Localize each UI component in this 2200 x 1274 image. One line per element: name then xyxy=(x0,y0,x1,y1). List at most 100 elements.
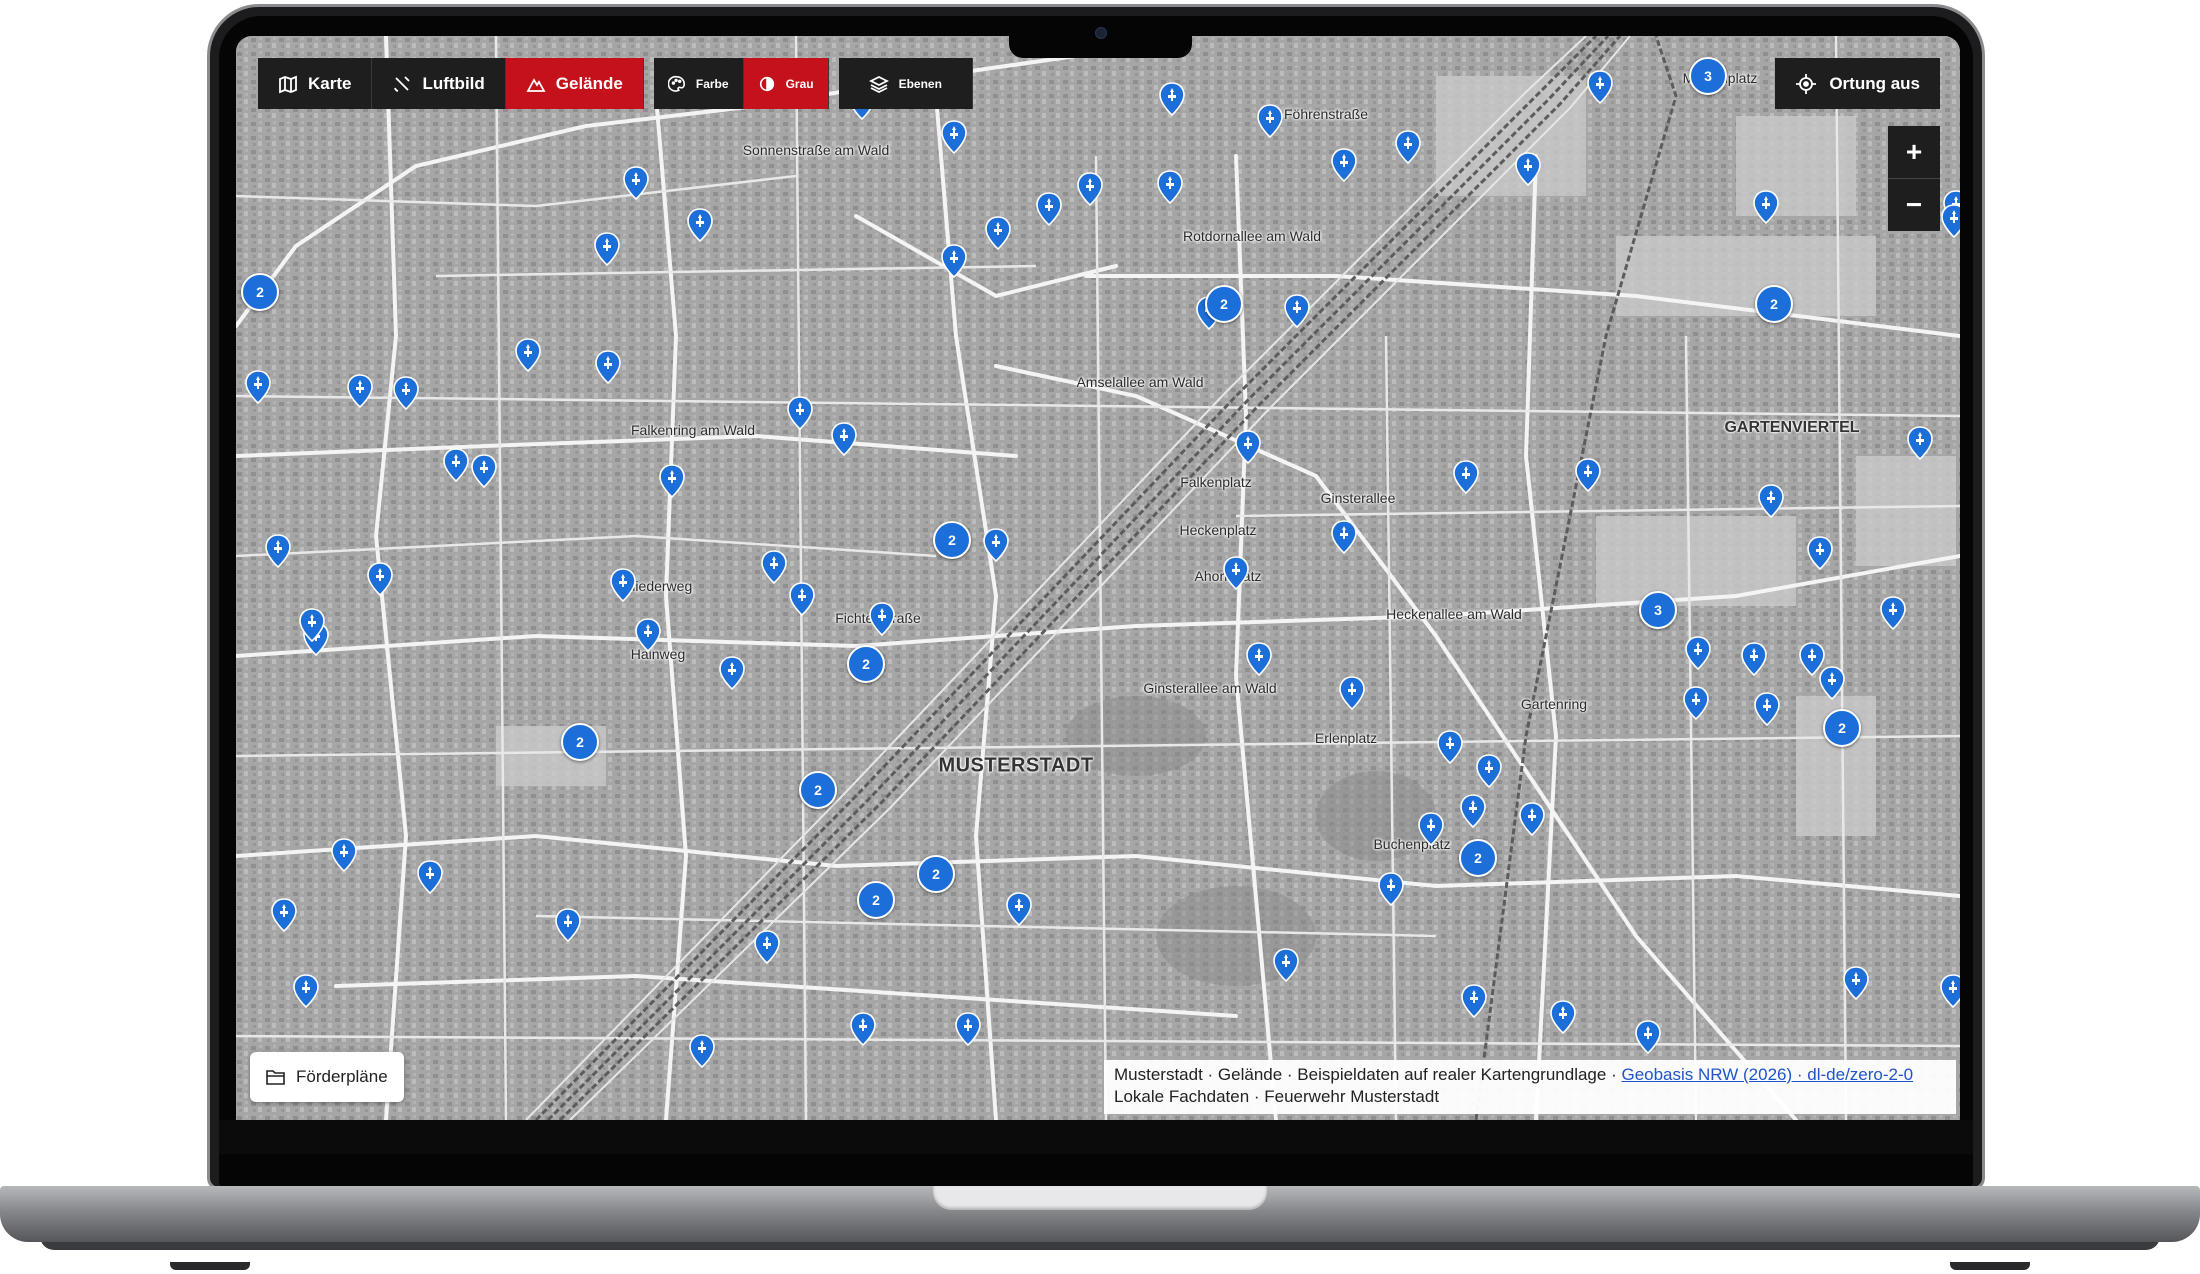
hydrant-marker-icon[interactable] xyxy=(1550,1000,1576,1034)
hydrant-marker-icon[interactable] xyxy=(1437,730,1463,764)
cluster-marker[interactable]: 2 xyxy=(933,521,971,559)
hydrant-marker-icon[interactable] xyxy=(417,860,443,894)
cluster-marker[interactable]: 3 xyxy=(1639,591,1677,629)
hydrant-marker-icon[interactable] xyxy=(1246,642,1272,676)
hydrant-marker-icon[interactable] xyxy=(1476,754,1502,788)
hydrant-marker-icon[interactable] xyxy=(687,208,713,242)
hydrant-marker-icon[interactable] xyxy=(265,534,291,568)
hydrant-marker-icon[interactable] xyxy=(1331,148,1357,182)
gelaende-button[interactable]: Gelände xyxy=(505,58,644,109)
hydrant-marker-icon[interactable] xyxy=(1077,172,1103,206)
attribution-link[interactable]: Geobasis NRW (2026) · dl-de/zero-2-0 xyxy=(1621,1065,1913,1084)
hydrant-marker-icon[interactable] xyxy=(1799,642,1825,676)
cluster-marker[interactable]: 2 xyxy=(799,771,837,809)
hydrant-marker-icon[interactable] xyxy=(1006,892,1032,926)
cluster-marker[interactable]: 2 xyxy=(241,273,279,311)
cluster-marker[interactable]: 2 xyxy=(1459,839,1497,877)
cluster-marker[interactable]: 2 xyxy=(1205,285,1243,323)
hydrant-marker-icon[interactable] xyxy=(1587,70,1613,104)
hydrant-marker-icon[interactable] xyxy=(1223,556,1249,590)
hydrant-marker-icon[interactable] xyxy=(1273,948,1299,982)
hydrant-marker-icon[interactable] xyxy=(471,454,497,488)
hydrant-marker-icon[interactable] xyxy=(850,1012,876,1046)
hydrant-marker-icon[interactable] xyxy=(623,166,649,200)
hydrant-marker-icon[interactable] xyxy=(555,908,581,942)
hydrant-marker-icon[interactable] xyxy=(1453,460,1479,494)
hydrant-marker-icon[interactable] xyxy=(635,618,661,652)
hydrant-marker-icon[interactable] xyxy=(985,216,1011,250)
cluster-marker[interactable]: 3 xyxy=(1689,57,1727,95)
hydrant-marker-icon[interactable] xyxy=(1235,430,1261,464)
hydrant-marker-icon[interactable] xyxy=(1843,966,1869,1000)
cluster-marker[interactable]: 2 xyxy=(1755,285,1793,323)
hydrant-marker-icon[interactable] xyxy=(1331,520,1357,554)
hydrant-marker-icon[interactable] xyxy=(1159,82,1185,116)
hydrant-marker-icon[interactable] xyxy=(331,838,357,872)
hydrant-marker-icon[interactable] xyxy=(1754,692,1780,726)
hydrant-marker-icon[interactable] xyxy=(1284,294,1310,328)
hydrant-marker-icon[interactable] xyxy=(610,568,636,602)
grau-button[interactable]: Grau xyxy=(743,58,829,109)
ebenen-button[interactable]: Ebenen xyxy=(838,58,973,109)
hydrant-marker-icon[interactable] xyxy=(1395,130,1421,164)
hydrant-marker-icon[interactable] xyxy=(1685,636,1711,670)
hydrant-marker-icon[interactable] xyxy=(1741,642,1767,676)
hydrant-marker-icon[interactable] xyxy=(1575,458,1601,492)
hydrant-marker-icon[interactable] xyxy=(754,930,780,964)
hydrant-marker-icon[interactable] xyxy=(443,448,469,482)
hydrant-marker-icon[interactable] xyxy=(659,464,685,498)
hydrant-marker-icon[interactable] xyxy=(1036,192,1062,226)
hydrant-marker-icon[interactable] xyxy=(1418,812,1444,846)
hydrant-marker-icon[interactable] xyxy=(1257,104,1283,138)
plans-button[interactable]: Förderpläne xyxy=(250,1052,404,1102)
karte-button[interactable]: Karte xyxy=(258,58,373,109)
hydrant-marker-icon[interactable] xyxy=(689,1034,715,1068)
hydrant-marker-icon[interactable] xyxy=(1753,190,1779,224)
hydrant-marker-icon[interactable] xyxy=(1941,204,1960,238)
cluster-marker[interactable]: 2 xyxy=(847,645,885,683)
hydrant-marker-icon[interactable] xyxy=(955,1012,981,1046)
hydrant-marker-icon[interactable] xyxy=(1940,974,1960,1008)
luftbild-button[interactable]: Luftbild xyxy=(372,58,506,109)
hydrant-marker-icon[interactable] xyxy=(515,338,541,372)
hydrant-marker-icon[interactable] xyxy=(941,244,967,278)
zoom-in-button[interactable]: + xyxy=(1888,126,1940,178)
hydrant-marker-icon[interactable] xyxy=(831,422,857,456)
hydrant-marker-icon[interactable] xyxy=(761,550,787,584)
hydrant-marker-icon[interactable] xyxy=(1515,152,1541,186)
hydrant-marker-icon[interactable] xyxy=(1519,802,1545,836)
hydrant-marker-icon[interactable] xyxy=(393,376,419,410)
hydrant-marker-icon[interactable] xyxy=(293,974,319,1008)
hydrant-marker-icon[interactable] xyxy=(1683,686,1709,720)
hydrant-marker-icon[interactable] xyxy=(367,562,393,596)
cluster-marker[interactable]: 2 xyxy=(857,881,895,919)
locate-button[interactable]: Ortung aus xyxy=(1775,58,1940,109)
zoom-out-button[interactable]: − xyxy=(1888,178,1940,231)
hydrant-marker-icon[interactable] xyxy=(245,370,271,404)
hydrant-marker-icon[interactable] xyxy=(787,396,813,430)
hydrant-marker-icon[interactable] xyxy=(1907,426,1933,460)
hydrant-marker-icon[interactable] xyxy=(1807,536,1833,570)
hydrant-marker-icon[interactable] xyxy=(271,898,297,932)
hydrant-marker-icon[interactable] xyxy=(789,582,815,616)
hydrant-marker-icon[interactable] xyxy=(1157,170,1183,204)
hydrant-marker-icon[interactable] xyxy=(1378,872,1404,906)
hydrant-marker-icon[interactable] xyxy=(1461,984,1487,1018)
hydrant-marker-icon[interactable] xyxy=(1339,676,1365,710)
cluster-marker[interactable]: 2 xyxy=(1823,709,1861,747)
hydrant-marker-icon[interactable] xyxy=(1460,794,1486,828)
hydrant-marker-icon[interactable] xyxy=(595,350,621,384)
hydrant-marker-icon[interactable] xyxy=(347,374,373,408)
cluster-marker[interactable]: 2 xyxy=(561,723,599,761)
hydrant-marker-icon[interactable] xyxy=(1758,484,1784,518)
hydrant-marker-icon[interactable] xyxy=(869,602,895,636)
hydrant-marker-icon[interactable] xyxy=(1880,596,1906,630)
farbe-button[interactable]: Farbe xyxy=(653,58,744,109)
hydrant-marker-icon[interactable] xyxy=(941,120,967,154)
hydrant-marker-icon[interactable] xyxy=(983,528,1009,562)
hydrant-marker-icon[interactable] xyxy=(594,232,620,266)
cluster-marker[interactable]: 2 xyxy=(917,855,955,893)
hydrant-marker-icon[interactable] xyxy=(299,608,325,642)
hydrant-marker-icon[interactable] xyxy=(1635,1020,1661,1054)
hydrant-marker-icon[interactable] xyxy=(719,656,745,690)
